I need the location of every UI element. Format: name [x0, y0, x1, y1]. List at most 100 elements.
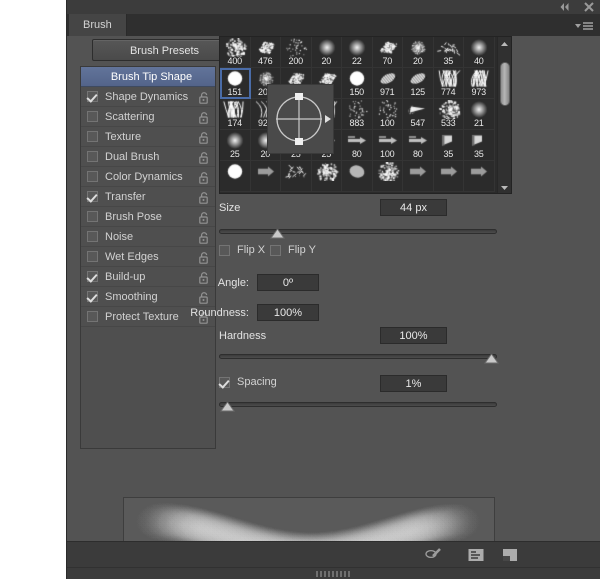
size-value-field[interactable]: 44 px: [380, 199, 447, 216]
scroll-down-arrow-icon[interactable]: [498, 181, 511, 193]
option-row-shape-dynamics[interactable]: Shape Dynamics: [81, 87, 215, 107]
flip-y-row[interactable]: Flip Y: [270, 244, 316, 256]
option-row-brush-pose[interactable]: Brush Pose: [81, 207, 215, 227]
close-icon[interactable]: [583, 1, 595, 13]
brush-thumbnail-cell[interactable]: 35: [433, 130, 464, 161]
brush-thumbnail-cell[interactable]: 20: [311, 37, 342, 68]
size-slider-thumb[interactable]: [270, 226, 286, 239]
option-checkbox[interactable]: [87, 271, 98, 282]
lock-icon[interactable]: [199, 251, 209, 264]
brush-thumbnail-cell[interactable]: 476: [250, 37, 281, 68]
option-checkbox[interactable]: [87, 151, 98, 162]
brush-thumbnail-cell[interactable]: 25: [220, 130, 251, 161]
option-checkbox[interactable]: [87, 131, 98, 142]
option-row-dual-brush[interactable]: Dual Brush: [81, 147, 215, 167]
flip-x-checkbox[interactable]: [219, 244, 230, 256]
brush-thumbnail-cell[interactable]: 70: [372, 37, 403, 68]
option-row-smoothing[interactable]: Smoothing: [81, 287, 215, 307]
brush-thumbnail-cell[interactable]: 200: [281, 37, 312, 68]
brush-thumbnail-cell[interactable]: 100: [372, 130, 403, 161]
hardness-slider[interactable]: [219, 351, 499, 364]
tab-brush[interactable]: Brush: [69, 14, 127, 36]
option-checkbox[interactable]: [87, 211, 98, 222]
brush-thumbnail-cell[interactable]: 125: [403, 68, 434, 99]
new-brush-icon[interactable]: [501, 547, 519, 563]
option-row-wet-edges[interactable]: Wet Edges: [81, 247, 215, 267]
lock-icon[interactable]: [199, 91, 209, 104]
panel-menu-icon[interactable]: [574, 19, 594, 31]
brush-thumbnail-cell[interactable]: [433, 161, 464, 192]
brush-thumbnail-cell[interactable]: 883: [342, 99, 373, 130]
brush-options-list[interactable]: Brush Tip Shape Shape Dynamics Scattering T…: [80, 66, 216, 449]
brush-thumbnail-cell[interactable]: [281, 161, 312, 192]
brush-thumbnail-cell[interactable]: 174: [220, 99, 251, 130]
brush-thumbnail-cell[interactable]: 150: [342, 68, 373, 99]
brush-thumbnail-cell[interactable]: 80: [342, 130, 373, 161]
brush-thumbnail-cell[interactable]: 533: [433, 99, 464, 130]
roundness-value-field[interactable]: 100%: [257, 304, 319, 321]
option-checkbox[interactable]: [87, 191, 98, 202]
brush-thumbnail-cell[interactable]: [250, 161, 281, 192]
brush-thumbnail-cell[interactable]: 971: [372, 68, 403, 99]
brush-thumbnail-cell[interactable]: 100: [372, 99, 403, 130]
spacing-slider-thumb[interactable]: [219, 399, 235, 412]
lock-icon[interactable]: [199, 151, 209, 164]
scroll-up-arrow-icon[interactable]: [498, 37, 511, 49]
brush-thumbnail-cell[interactable]: [464, 161, 495, 192]
brush-thumbnail-cell[interactable]: 80: [403, 130, 434, 161]
brush-thumbnail-cell[interactable]: 774: [433, 68, 464, 99]
option-row-transfer[interactable]: Transfer: [81, 187, 215, 207]
brush-thumbnail-cell[interactable]: 973: [464, 68, 495, 99]
option-checkbox[interactable]: [87, 231, 98, 242]
collapse-arrows-icon[interactable]: [559, 1, 571, 13]
brush-preset-manager-icon[interactable]: [467, 547, 485, 563]
lock-icon[interactable]: [199, 131, 209, 144]
brush-thumbnail-cell[interactable]: 40: [464, 37, 495, 68]
spacing-value-field[interactable]: 1%: [380, 375, 447, 392]
flip-y-checkbox[interactable]: [270, 244, 281, 256]
option-row-color-dynamics[interactable]: Color Dynamics: [81, 167, 215, 187]
lock-icon[interactable]: [199, 231, 209, 244]
brush-thumbnail-cell[interactable]: [220, 161, 251, 192]
flip-x-row[interactable]: Flip X: [219, 244, 265, 256]
brush-thumbnail-cell[interactable]: 22: [342, 37, 373, 68]
option-checkbox[interactable]: [87, 251, 98, 262]
spacing-row[interactable]: Spacing: [219, 376, 277, 388]
brush-grid-scrollbar[interactable]: [497, 37, 511, 193]
brush-thumbnail-cell[interactable]: [403, 161, 434, 192]
spacing-slider[interactable]: [219, 399, 497, 412]
lock-icon[interactable]: [199, 211, 209, 224]
option-checkbox[interactable]: [87, 291, 98, 302]
brush-thumbnail-cell[interactable]: [311, 161, 342, 192]
angle-roundness-widget[interactable]: [267, 84, 334, 154]
option-checkbox[interactable]: [87, 171, 98, 182]
option-row-noise[interactable]: Noise: [81, 227, 215, 247]
brush-thumbnail-cell[interactable]: 35: [433, 37, 464, 68]
brush-thumbnail-cell[interactable]: 21: [464, 99, 495, 130]
spacing-checkbox[interactable]: [219, 376, 230, 388]
option-checkbox[interactable]: [87, 91, 98, 102]
toggle-dirty-brush-icon[interactable]: [424, 547, 442, 563]
brush-thumbnail-cell[interactable]: 20: [403, 37, 434, 68]
brush-thumbnail-cell[interactable]: 547: [403, 99, 434, 130]
brush-thumbnail-grid[interactable]: 4004762002022702035401512012451125150971…: [219, 36, 512, 194]
size-slider[interactable]: [219, 226, 497, 239]
scrollbar-thumb[interactable]: [500, 62, 510, 107]
brush-presets-button[interactable]: Brush Presets: [92, 39, 237, 61]
brush-thumbnail-cell[interactable]: [372, 161, 403, 192]
lock-icon[interactable]: [199, 291, 209, 304]
brush-tip-shape-header[interactable]: Brush Tip Shape: [81, 67, 215, 87]
hardness-slider-thumb[interactable]: [484, 351, 499, 364]
lock-icon[interactable]: [199, 171, 209, 184]
resize-grip-icon[interactable]: [316, 571, 352, 577]
option-row-scattering[interactable]: Scattering: [81, 107, 215, 127]
panel-resize-bar[interactable]: [67, 567, 600, 579]
lock-icon[interactable]: [199, 111, 209, 124]
brush-thumbnail-cell[interactable]: 151: [220, 68, 251, 99]
brush-thumbnail-cell[interactable]: 35: [464, 130, 495, 161]
option-checkbox[interactable]: [87, 311, 98, 322]
option-checkbox[interactable]: [87, 111, 98, 122]
angle-value-field[interactable]: 0º: [257, 274, 319, 291]
brush-thumbnail-cell[interactable]: 400: [220, 37, 251, 68]
option-row-texture[interactable]: Texture: [81, 127, 215, 147]
